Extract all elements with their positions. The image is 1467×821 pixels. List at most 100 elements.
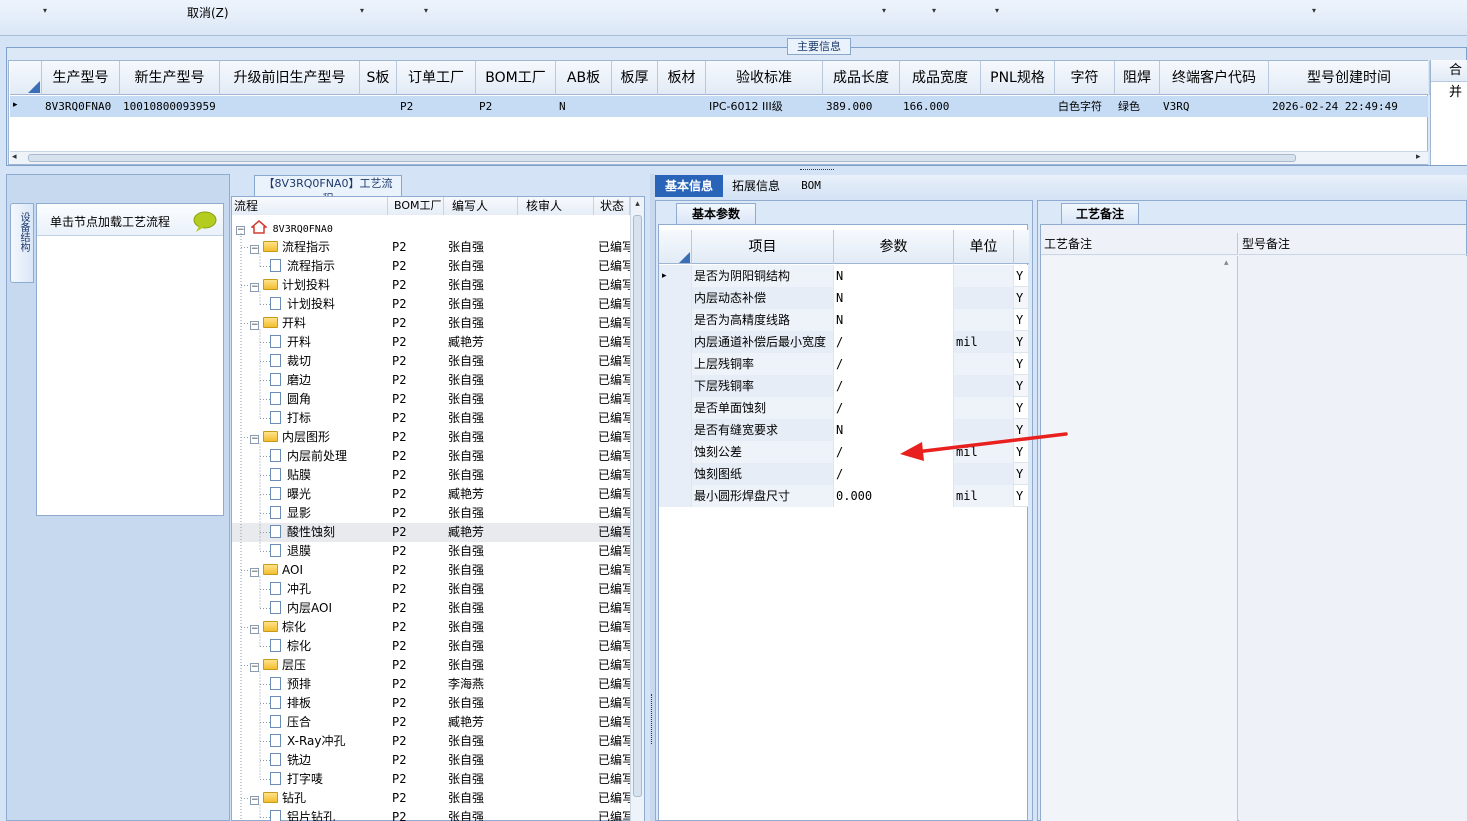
dropdown-arrow-icon[interactable]: ▾ [43,6,47,15]
col-bom[interactable]: BOM工厂 [388,197,444,215]
cancel-button[interactable]: 取消(Z) [187,4,229,21]
tree-row[interactable]: 开料 P2 臧艳芳 已编写 [232,333,632,352]
cell-model[interactable]: 8V3RQ0FNA0 [42,96,120,117]
params-grid[interactable]: 项目 参数 单位 ▸ 是否为阴阳铜结构 N Y 内层动态补偿 N Y 是否为高精度线路 N Y 内层… [658,224,1029,821]
row-indicator[interactable] [659,419,692,441]
tree-node[interactable]: 打标 [270,409,388,428]
tree-row[interactable]: 排板 P2 张自强 已编写 [232,694,632,713]
row-indicator[interactable] [659,463,692,485]
col-thickness[interactable]: 板厚 [612,61,658,95]
param-value-cell[interactable]: / [834,463,954,485]
tree-node[interactable]: 预排 [270,675,388,694]
splitter[interactable] [0,166,1467,174]
param-row[interactable]: 内层动态补偿 N Y [659,287,1029,309]
tree-node[interactable]: − 内层图形 [250,428,388,447]
collapse-icon[interactable]: − [250,435,259,444]
tree-node[interactable]: 开料 [270,333,388,352]
tree-row[interactable]: − 流程指示 P2 张自强 已编写 [232,238,632,257]
collapse-icon[interactable]: − [250,663,259,672]
process-tree[interactable]: 流程 BOM工厂 编写人 核审人 状态 − 8V3RQ0FNA0 − 流程指示 P2… [231,196,645,821]
tree-row[interactable]: 退膜 P2 张自强 已编写 [232,542,632,561]
dropdown-arrow-icon[interactable]: ▾ [424,6,428,15]
tree-row[interactable]: 流程指示 P2 张自强 已编写 [232,257,632,276]
tree-row[interactable]: 打字唛 P2 张自强 已编写 [232,770,632,789]
param-value-cell[interactable]: N [834,287,954,309]
cell-standard[interactable]: IPC-6012 III级 [706,96,823,117]
col-model[interactable]: 生产型号 [42,61,120,95]
cell-order-factory[interactable]: P2 [397,96,476,117]
param-row[interactable]: 下层残铜率 / Y [659,375,1029,397]
tree-row[interactable]: 圆角 P2 张自强 已编写 [232,390,632,409]
tree-row[interactable]: − 计划投料 P2 张自强 已编写 [232,276,632,295]
param-row[interactable]: 是否为高精度线路 N Y [659,309,1029,331]
tab-process-notes[interactable]: 工艺备注 [1061,203,1139,224]
horizontal-scrollbar[interactable]: ◂ ▸ [10,151,1428,164]
tree-node[interactable]: 排板 [270,694,388,713]
cell-thickness[interactable] [612,96,658,117]
cell-new-model[interactable]: 10010800093959 [120,96,220,117]
row-indicator[interactable] [659,331,692,353]
tree-row[interactable]: 铣边 P2 张自强 已编写 [232,751,632,770]
param-row[interactable]: 蚀刻图纸 / Y [659,463,1029,485]
tree-node[interactable]: 磨边 [270,371,388,390]
col-character[interactable]: 字符 [1055,61,1115,95]
tree-row[interactable]: 曝光 P2 臧艳芳 已编写 [232,485,632,504]
col-ab-board[interactable]: AB板 [556,61,612,95]
tree-row[interactable]: 棕化 P2 张自强 已编写 [232,637,632,656]
tree-row[interactable]: − 棕化 P2 张自强 已编写 [232,618,632,637]
row-indicator[interactable] [659,375,692,397]
collapse-icon[interactable]: − [250,796,259,805]
tree-node[interactable]: − 层压 [250,656,388,675]
vertical-scrollbar[interactable]: ▴ [630,197,644,821]
tree-node[interactable]: 棕化 [270,637,388,656]
param-value-cell[interactable]: 0.000 [834,485,954,507]
row-indicator[interactable] [659,485,692,507]
tree-row[interactable]: 冲孔 P2 张自强 已编写 [232,580,632,599]
tree-node[interactable]: 退膜 [270,542,388,561]
tree-node[interactable]: − 流程指示 [250,238,388,257]
tab-extended-info[interactable]: 拓展信息 [723,175,789,197]
cell-s-board[interactable] [360,96,397,117]
tree-row[interactable]: 压合 P2 臧艳芳 已编写 [232,713,632,732]
collapse-icon[interactable]: − [250,625,259,634]
tree-node[interactable]: − AOI [250,561,388,580]
tree-node[interactable]: − 计划投料 [250,276,388,295]
col-customer-code[interactable]: 终端客户代码 [1160,61,1269,95]
col-solder[interactable]: 阻焊 [1115,61,1160,95]
tree-node[interactable]: 裁切 [270,352,388,371]
param-value-cell[interactable]: / [834,331,954,353]
tree-row[interactable]: − 钻孔 P2 张自强 已编写 [232,789,632,808]
cell-created[interactable]: 2026-02-24 22:49:49 [1269,96,1430,117]
tree-node[interactable]: 酸性蚀刻 [270,523,388,542]
col-status[interactable]: 状态 [594,197,630,215]
param-row[interactable]: 是否单面蚀刻 / Y [659,397,1029,419]
tree-row[interactable]: 内层前处理 P2 张自强 已编写 [232,447,632,466]
col-length[interactable]: 成品长度 [823,61,900,95]
col-param[interactable]: 参数 [834,230,954,264]
tree-node[interactable]: 冲孔 [270,580,388,599]
tree-node[interactable]: − 棕化 [250,618,388,637]
tree-row[interactable]: 酸性蚀刻 P2 臧艳芳 已编写 [232,523,632,542]
col-old-model[interactable]: 升级前旧生产型号 [220,61,360,95]
param-value-cell[interactable]: / [834,375,954,397]
param-value-cell[interactable]: N [834,265,954,287]
tree-row[interactable]: 打标 P2 张自强 已编写 [232,409,632,428]
tree-row[interactable]: 铝片钻孔 P2 张自强 已编写 [232,808,632,821]
tree-row[interactable]: 显影 P2 张自强 已编写 [232,504,632,523]
col-bom-factory[interactable]: BOM工厂 [476,61,556,95]
row-indicator[interactable] [659,287,692,309]
col-reviewer[interactable]: 核审人 [518,197,594,215]
tree-node[interactable]: − 钻孔 [250,789,388,808]
tree-node[interactable]: 铣边 [270,751,388,770]
cell-length[interactable]: 389.000 [823,96,900,117]
row-indicator[interactable] [659,441,692,463]
tree-node[interactable]: 曝光 [270,485,388,504]
tree-node[interactable]: 打字唛 [270,770,388,789]
collapse-icon[interactable]: − [250,568,259,577]
tree-node[interactable]: 铝片钻孔 [270,808,388,821]
cell-pnl[interactable] [981,96,1055,117]
tree-node[interactable]: 内层前处理 [270,447,388,466]
tree-row[interactable]: − 内层图形 P2 张自强 已编写 [232,428,632,447]
tree-node[interactable]: 流程指示 [270,257,388,276]
tree-row[interactable]: 预排 P2 李海燕 已编写 [232,675,632,694]
